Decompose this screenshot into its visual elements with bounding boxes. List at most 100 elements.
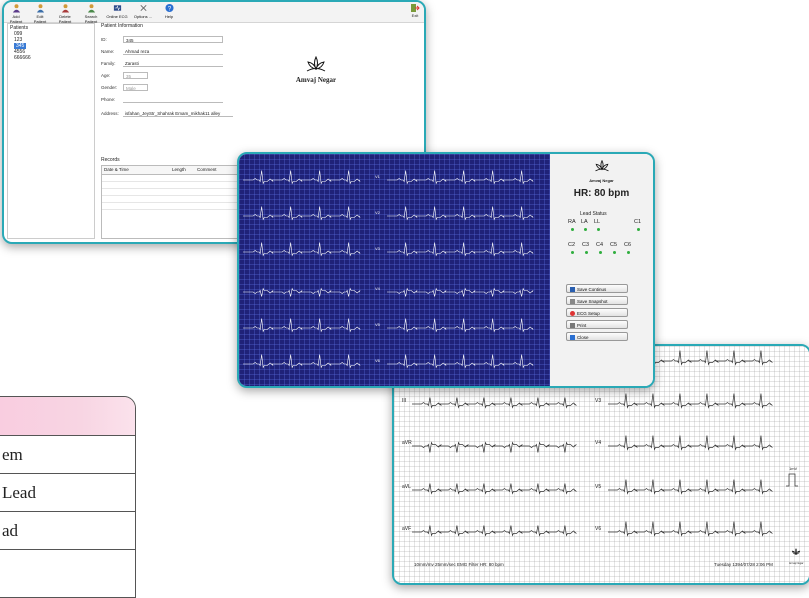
family-field[interactable]: Zarasti (123, 60, 223, 67)
column-header[interactable]: Comment (197, 166, 217, 174)
online-ecg-window: V1 V2 V3 V4 V5 V6 Amvaj Negar HR: 80 bpm… (237, 152, 655, 388)
lead-label: V2 (375, 210, 380, 215)
table-row: em (0, 436, 135, 474)
name-field[interactable]: Ahmad reza (123, 48, 223, 55)
save-snapshot-button[interactable]: Save Snapshot (566, 296, 628, 305)
name-label: Name: (101, 49, 115, 54)
printout-trace (412, 441, 577, 453)
patients-tree[interactable]: Patients 099 123 345 4556 666666 (7, 23, 95, 239)
save-continuous-button[interactable]: Save Continus (566, 284, 628, 293)
printout-logo-text: Amvaj Negar (789, 562, 804, 565)
lead-label: V3 (595, 398, 602, 404)
printout-trace (608, 521, 773, 537)
lead-label: III (402, 398, 407, 404)
printout-trace (412, 397, 577, 409)
lead-name: C5 (610, 242, 618, 248)
printout-trace (608, 479, 773, 495)
lead-name: C1 (634, 219, 642, 225)
toolbar: Add Patient Edit Patient Delete Patient … (4, 2, 424, 24)
lead-label: aVL (402, 484, 411, 490)
gender-select[interactable]: Male (123, 84, 148, 91)
table-header (0, 397, 135, 436)
camera-icon (570, 299, 575, 304)
phone-field[interactable] (123, 96, 223, 103)
age-stepper[interactable]: 35 (123, 72, 148, 79)
ecg-trace (387, 242, 534, 257)
edit-user-icon (36, 4, 44, 13)
ecg-trace (243, 354, 361, 369)
help-button[interactable]: ? Help (158, 3, 180, 21)
phone-label: Phone: (101, 97, 116, 102)
column-header[interactable]: Length (172, 166, 186, 174)
help-icon: ? (164, 3, 174, 12)
search-patient-button[interactable]: Search Patient (80, 3, 102, 24)
ecg-trace (387, 354, 534, 369)
delete-user-icon (61, 4, 69, 13)
id-field[interactable]: 345 (123, 36, 223, 43)
printout-trace (412, 483, 577, 495)
lead-label: V5 (375, 322, 380, 327)
options-button[interactable]: Options ... (132, 3, 154, 21)
ecg-trace (243, 242, 361, 257)
ecg-trace (243, 206, 361, 221)
lead-ok-dot (571, 251, 574, 254)
ecg-trace (243, 287, 361, 297)
ecg-trace (387, 206, 534, 221)
printout-footer-right: Tuesday 1394/07/28 2:06 PM (714, 562, 773, 567)
lead-label: aVF (402, 526, 412, 532)
brand-logo: Amvaj Negar (291, 55, 341, 84)
lead-ok-dot (584, 228, 587, 231)
close-button[interactable]: Close (566, 332, 628, 341)
family-label: Family: (101, 61, 116, 66)
lead-label: V6 (595, 526, 602, 532)
online-ecg-button[interactable]: Online ECG (106, 3, 128, 21)
delete-patient-button[interactable]: Delete Patient (54, 3, 76, 24)
lead-name: LL (594, 219, 601, 225)
printout-footer-left: 10mm/mv 25mm/sec EMG Filter HR: 80 bpm (414, 562, 504, 567)
calibration-label: 1mV (789, 466, 798, 471)
printout-trace (412, 525, 577, 537)
lead-label: V4 (375, 286, 380, 291)
address-field[interactable]: isfahan_JeyStr_Shahrak Emam_mikhak11 all… (123, 110, 233, 117)
lead-label: V5 (595, 484, 602, 490)
exit-icon (411, 4, 420, 12)
lead-label: V3 (375, 246, 380, 251)
lead-name: C3 (582, 242, 590, 248)
lotus-icon (594, 159, 609, 172)
lead-ok-dot (585, 251, 588, 254)
add-user-icon (12, 4, 20, 13)
lead-ok-dot (571, 228, 574, 231)
column-header[interactable]: Date & Time (104, 166, 129, 174)
tools-icon (139, 4, 147, 12)
lead-name: C6 (624, 242, 632, 248)
edit-patient-button[interactable]: Edit Patient (30, 3, 50, 24)
tree-item[interactable]: 666666 (10, 55, 92, 61)
close-icon (570, 335, 575, 340)
exit-button[interactable]: Exit (410, 3, 420, 18)
print-button[interactable]: Print (566, 320, 628, 329)
lead-label: V4 (595, 440, 602, 446)
ecg-setup-button[interactable]: ECG Setup (566, 308, 628, 317)
lead-ok-dot (599, 251, 602, 254)
ecg-trace (243, 170, 361, 185)
lead-ok-dot (597, 228, 600, 231)
gender-label: Gender: (101, 85, 118, 90)
address-label: Address: (101, 111, 119, 116)
monitor-icon (113, 5, 121, 11)
add-patient-button[interactable]: Add Patient (6, 3, 26, 24)
lotus-icon (792, 548, 801, 556)
lead-ok-dot (613, 251, 616, 254)
ecg-trace (243, 318, 361, 333)
lead-label: V1 (375, 174, 380, 179)
printout-trace (608, 393, 773, 409)
svg-text:?: ? (167, 5, 171, 12)
lead-name: C4 (596, 242, 604, 248)
printout-logo: Amvaj Negar (789, 544, 803, 565)
heart-icon (570, 311, 575, 316)
monitor-brand: Amvaj Negar (589, 178, 614, 183)
search-user-icon (87, 4, 95, 13)
print-icon (570, 323, 575, 328)
section-title: Patient Information (101, 23, 143, 29)
ecg-trace (387, 318, 534, 333)
printout-trace (608, 435, 773, 451)
